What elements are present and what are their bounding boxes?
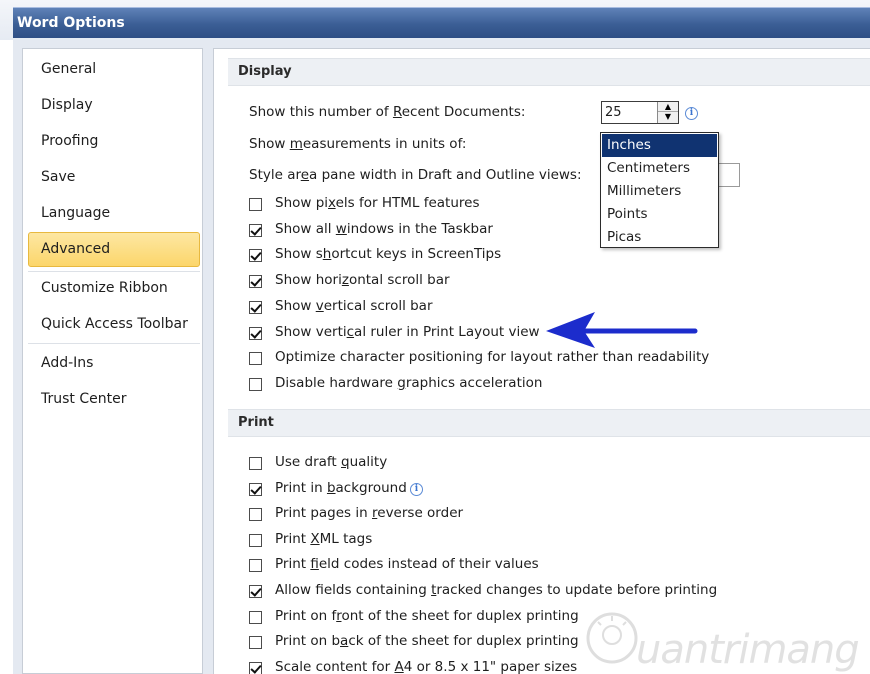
checkbox[interactable] [249, 533, 262, 547]
info-icon: i [410, 482, 423, 496]
sidebar: General Display Proofing Save Language A… [22, 48, 203, 674]
measurement-units-label: Show measurements in units of: [249, 136, 467, 152]
checkbox[interactable] [249, 300, 262, 314]
checkbox[interactable] [249, 661, 262, 674]
sidebar-item-save[interactable]: Save [28, 163, 200, 191]
sidebar-item-add-ins[interactable]: Add-Ins [28, 349, 200, 377]
sidebar-item-advanced[interactable]: Advanced [28, 232, 200, 267]
sidebar-item-proofing[interactable]: Proofing [28, 127, 200, 155]
recent-documents-value[interactable]: 25 [605, 105, 622, 120]
dropdown-option[interactable]: Points [602, 203, 717, 226]
checkbox-label[interactable]: Print in background [275, 480, 407, 496]
checkbox-label[interactable]: Show vertical ruler in Print Layout view [275, 324, 540, 340]
checkbox[interactable] [249, 457, 262, 470]
checkbox-label[interactable]: Print field codes instead of their value… [275, 556, 539, 572]
checkbox-label[interactable]: Print on back of the sheet for duplex pr… [275, 633, 579, 649]
sidebar-divider [28, 271, 200, 272]
sidebar-item-general[interactable]: General [28, 55, 200, 83]
checkbox-label[interactable]: Scale content for A4 or 8.5 x 11" paper … [275, 659, 577, 674]
style-area-label: Style area pane width in Draft and Outli… [249, 167, 582, 183]
checkbox-label[interactable]: Print pages in reverse order [275, 505, 463, 521]
window-title: Word Options [17, 15, 125, 31]
checkbox[interactable] [249, 377, 262, 391]
checkbox-label[interactable]: Disable hardware graphics acceleration [275, 375, 542, 391]
measurement-units-dropdown[interactable]: Inches Centimeters Millimeters Points Pi… [600, 132, 719, 248]
checkbox-label[interactable]: Show vertical scroll bar [275, 298, 433, 314]
checkbox-label[interactable]: Optimize character positioning for layou… [275, 349, 709, 365]
display-section-header: Display [228, 58, 870, 86]
watermark-logo-icon [586, 612, 638, 664]
checkbox-label[interactable]: Print on front of the sheet for duplex p… [275, 608, 579, 624]
info-icon: i [685, 107, 698, 120]
checkbox-label[interactable]: Show shortcut keys in ScreenTips [275, 246, 501, 262]
sidebar-item-language[interactable]: Language [28, 199, 200, 227]
checkbox[interactable] [249, 275, 262, 289]
checkbox-label[interactable]: Print XML tags [275, 531, 372, 547]
print-section-header: Print [228, 409, 870, 437]
checkbox[interactable] [249, 482, 262, 496]
title-bar [13, 7, 870, 38]
sidebar-item-quick-access-toolbar[interactable]: Quick Access Toolbar [28, 310, 200, 338]
dropdown-option[interactable]: Picas [602, 226, 717, 249]
checkbox[interactable] [249, 223, 262, 237]
recent-documents-label: Show this number of Recent Documents: [249, 104, 526, 120]
recent-documents-spinner[interactable]: 25 ▲ ▼ [601, 101, 679, 124]
checkbox-label[interactable]: Show pixels for HTML features [275, 195, 480, 211]
checkbox[interactable] [249, 610, 262, 624]
checkbox-label[interactable]: Use draft quality [275, 454, 387, 470]
checkbox[interactable] [249, 326, 262, 340]
dropdown-option[interactable]: Millimeters [602, 180, 717, 203]
spin-down-icon[interactable]: ▼ [658, 112, 678, 122]
dropdown-option[interactable]: Centimeters [602, 157, 717, 180]
watermark: uantrimang [636, 627, 860, 673]
checkbox[interactable] [249, 508, 262, 522]
sidebar-item-customize-ribbon[interactable]: Customize Ribbon [28, 274, 200, 302]
dropdown-option[interactable]: Inches [602, 134, 717, 157]
checkbox[interactable] [249, 559, 262, 573]
sidebar-item-trust-center[interactable]: Trust Center [28, 385, 200, 413]
checkbox[interactable] [249, 636, 262, 650]
sidebar-item-display[interactable]: Display [28, 91, 200, 119]
sidebar-divider [28, 343, 200, 344]
left-arrow-icon [546, 312, 698, 348]
checkbox[interactable] [249, 198, 262, 211]
checkbox-label[interactable]: Show horizontal scroll bar [275, 272, 450, 288]
checkbox[interactable] [249, 352, 262, 366]
checkbox-label[interactable]: Allow fields containing tracked changes … [275, 582, 717, 598]
checkbox[interactable] [249, 249, 262, 263]
checkbox-label[interactable]: Show all windows in the Taskbar [275, 221, 493, 237]
spin-arrows-icon[interactable]: ▲ ▼ [657, 102, 678, 123]
spin-up-icon[interactable]: ▲ [658, 102, 678, 112]
checkbox[interactable] [249, 585, 262, 598]
